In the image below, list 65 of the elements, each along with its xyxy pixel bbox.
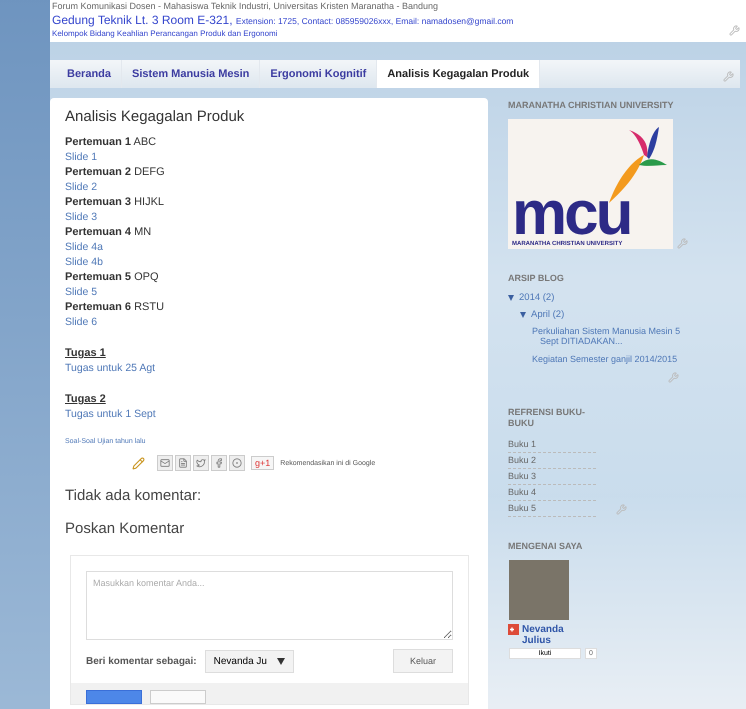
- widget-title: ARSIP BLOG: [508, 273, 565, 284]
- slide-link[interactable]: Slide 4a: [65, 240, 103, 255]
- document-icon: [178, 458, 188, 468]
- comment-heading: Poskan Komentar: [65, 520, 186, 537]
- meeting-line: Pertemuan 3 HIJKL: [65, 195, 166, 210]
- circle-dot-icon: [232, 458, 242, 468]
- widget-title: MENGENAI SAYA: [508, 541, 584, 552]
- pinterest-share-button[interactable]: [229, 455, 245, 471]
- pencil-icon[interactable]: [132, 456, 145, 470]
- comment-input[interactable]: Masukkan komentar Anda...: [86, 571, 453, 640]
- assignment-title: Tugas 1: [65, 346, 106, 361]
- slide-link[interactable]: Slide 5: [65, 285, 98, 300]
- meeting-line: Pertemuan 5 OPQ: [65, 270, 160, 285]
- archive-item[interactable]: April (2): [520, 309, 688, 320]
- nav-tab[interactable]: Beranda: [57, 60, 122, 88]
- book-link[interactable]: Buku 3: [508, 469, 596, 485]
- blog-share-button[interactable]: [175, 455, 191, 471]
- facebook-share-button[interactable]: [211, 455, 227, 471]
- publish-button[interactable]: [86, 690, 142, 704]
- widget-title: REFRENSI BUKU-BUKU: [508, 407, 586, 429]
- book-link[interactable]: Buku 4: [508, 485, 596, 501]
- google-plus-icon: [508, 624, 519, 635]
- nav-tab[interactable]: Analisis Kegagalan Produk: [377, 60, 540, 88]
- location-line: Gedung Teknik Lt. 3 Room E-321, Extension: 1725, Contact: 085959026xxx, Email: namadosen@gmail.com: [52, 13, 514, 27]
- assignment-title: Tugas 2: [65, 392, 106, 407]
- slide-link[interactable]: Slide 3: [65, 210, 98, 225]
- post-title: Analisis Kegagalan Produk: [65, 108, 246, 125]
- identity-select[interactable]: Nevanda Ju: [204, 650, 294, 672]
- nav-tab[interactable]: Sistem Manusia Mesin: [122, 60, 260, 88]
- profile-name-link[interactable]: Nevanda Julius: [508, 624, 578, 646]
- email-share-button[interactable]: [157, 455, 173, 471]
- slide-link[interactable]: Slide 4b: [65, 255, 103, 270]
- forum-title: Forum Komunikasi Dosen - Mahasiswa Teknik Industri, Universitas Kristen Maranatha - Bandung: [52, 1, 440, 11]
- wrench-icon[interactable]: [729, 25, 740, 36]
- archive-item[interactable]: 2014 (2): [508, 292, 688, 303]
- comments-status: Tidak ada komentar:: [65, 487, 202, 504]
- plus-one-button[interactable]: g+1: [251, 456, 274, 470]
- meeting-line: Pertemuan 1 ABC: [65, 135, 158, 150]
- slide-link[interactable]: Slide 2: [65, 180, 98, 195]
- book-link[interactable]: Buku 2: [508, 453, 596, 469]
- archive-post-link[interactable]: Perkuliahan Sistem Manusia Mesin 5 Sept DITIADAKAN...: [532, 326, 685, 346]
- twitter-share-button[interactable]: [193, 455, 209, 471]
- mail-icon: [160, 458, 170, 468]
- wrench-icon[interactable]: [668, 372, 679, 383]
- book-link[interactable]: Buku 1: [508, 437, 596, 453]
- meeting-line: Pertemuan 6 RSTU: [65, 300, 166, 315]
- slide-link[interactable]: Slide 1: [65, 150, 98, 165]
- facebook-icon: [214, 458, 224, 468]
- wrench-icon[interactable]: [723, 71, 734, 82]
- preview-button[interactable]: [150, 690, 206, 704]
- assignment-link[interactable]: Tugas untuk 25 Agt: [65, 361, 156, 376]
- comment-as-label: Beri komentar sebagai:: [86, 656, 197, 666]
- archive-post-link[interactable]: Kegiatan Semester ganjil 2014/2015: [532, 354, 685, 364]
- wrench-icon[interactable]: [677, 238, 688, 249]
- meeting-line: Pertemuan 2 DEFG: [65, 165, 166, 180]
- sign-out-button[interactable]: Keluar: [392, 649, 453, 673]
- book-link[interactable]: Buku 5: [508, 501, 596, 517]
- wrench-icon[interactable]: [616, 504, 627, 514]
- assignment-link[interactable]: Tugas untuk 1 Sept: [65, 407, 156, 422]
- slide-link[interactable]: Slide 6: [65, 315, 98, 330]
- widget-title: MARANATHA CHRISTIAN UNIVERSITY: [508, 100, 674, 111]
- group-title: Kelompok Bidang Keahlian Perancangan Produk dan Ergonomi: [52, 29, 278, 38]
- bird-icon: [196, 458, 206, 468]
- photo-placeholder: [509, 560, 569, 620]
- meeting-line: Pertemuan 4 MN: [65, 225, 152, 240]
